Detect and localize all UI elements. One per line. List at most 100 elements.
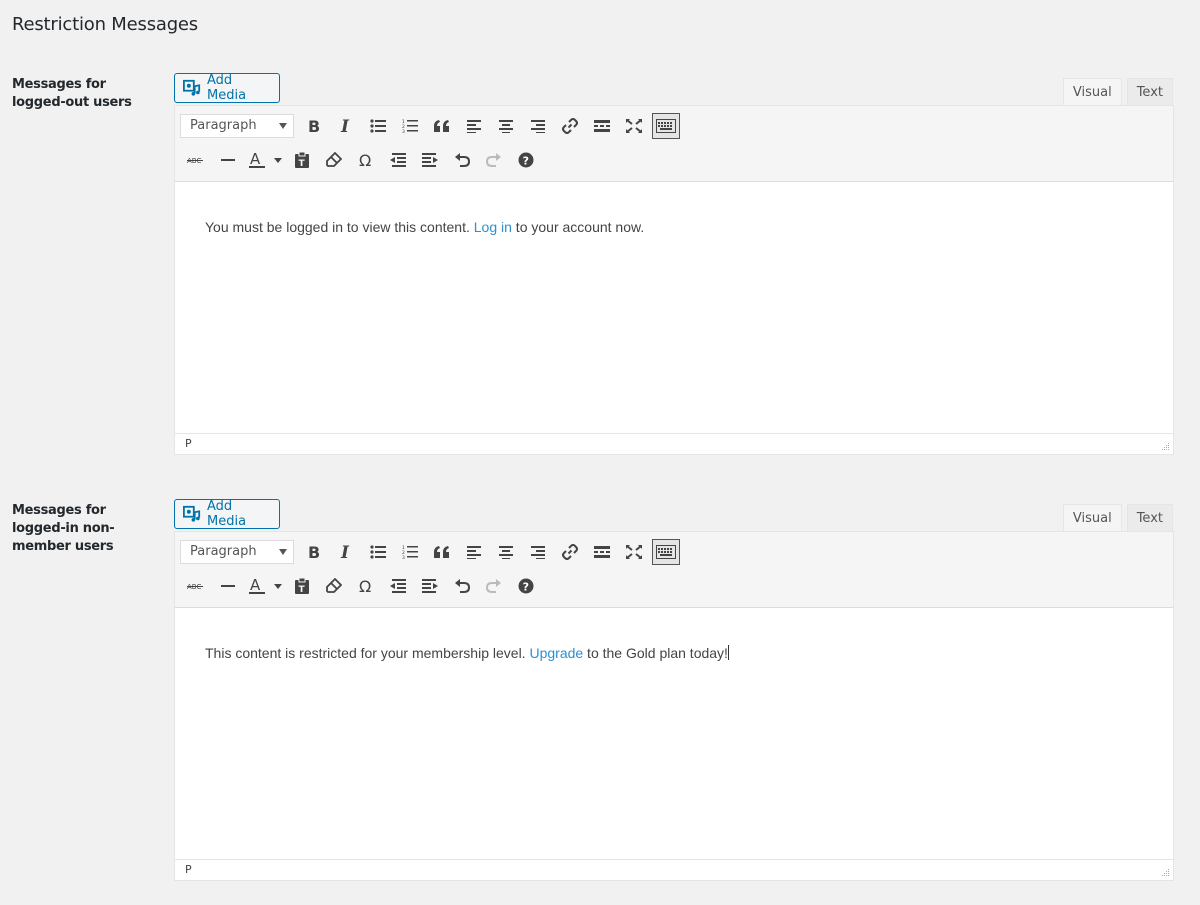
toolbar-row-2: ABC A T Ω ?	[180, 571, 542, 601]
chevron-down-icon	[279, 123, 287, 129]
add-media-label: Add Media	[207, 499, 247, 529]
svg-text:A: A	[250, 577, 261, 594]
fullscreen-icon[interactable]	[618, 537, 650, 567]
horizontal-line-icon[interactable]	[212, 571, 244, 601]
svg-text:B: B	[308, 544, 320, 560]
svg-text:B: B	[308, 118, 320, 134]
bullet-list-icon[interactable]	[362, 537, 394, 567]
toolbar-row-1: Paragraph B I 123	[180, 537, 682, 567]
italic-icon[interactable]: I	[330, 111, 362, 141]
svg-text:I: I	[340, 118, 350, 134]
paste-as-text-icon[interactable]: T	[286, 571, 318, 601]
outdent-icon[interactable]	[382, 145, 414, 175]
read-more-icon[interactable]	[586, 111, 618, 141]
editor-toolbar: Paragraph B I 123 ABC A T	[175, 106, 1173, 182]
tab-visual[interactable]: Visual	[1062, 504, 1122, 532]
undo-icon[interactable]	[446, 145, 478, 175]
editor-tabs: Visual Text	[1062, 504, 1173, 532]
media-icon	[183, 79, 201, 96]
login-link[interactable]: Log in	[474, 219, 512, 235]
link-icon[interactable]	[554, 537, 586, 567]
clear-formatting-icon[interactable]	[318, 571, 350, 601]
row-label: Messages for logged-in non-member users	[12, 503, 115, 554]
svg-text:3: 3	[402, 555, 405, 559]
resize-handle-icon[interactable]	[1160, 441, 1170, 451]
align-right-icon[interactable]	[522, 111, 554, 141]
indent-icon[interactable]	[414, 145, 446, 175]
bold-icon[interactable]: B	[298, 111, 330, 141]
horizontal-line-icon[interactable]	[212, 145, 244, 175]
svg-text:T: T	[299, 585, 306, 594]
blockquote-icon[interactable]	[426, 111, 458, 141]
help-icon[interactable]: ?	[510, 571, 542, 601]
svg-text:Ω: Ω	[359, 578, 371, 594]
content-text-after: to your account now.	[511, 219, 645, 235]
element-path[interactable]: P	[185, 863, 192, 876]
tab-text[interactable]: Text	[1126, 504, 1173, 532]
svg-text:A: A	[250, 151, 261, 168]
editor-statusbar: P	[175, 433, 1173, 454]
resize-handle-icon[interactable]	[1160, 867, 1170, 877]
redo-icon[interactable]	[478, 571, 510, 601]
toolbar-toggle-icon[interactable]	[652, 113, 680, 139]
align-center-icon[interactable]	[490, 111, 522, 141]
format-select-value: Paragraph	[190, 118, 257, 133]
align-right-icon[interactable]	[522, 537, 554, 567]
align-left-icon[interactable]	[458, 111, 490, 141]
blockquote-icon[interactable]	[426, 537, 458, 567]
chevron-down-icon	[279, 549, 287, 555]
svg-text:?: ?	[523, 581, 529, 594]
text-color-icon[interactable]: A	[244, 571, 286, 601]
redo-icon[interactable]	[478, 145, 510, 175]
content-text-before: This content is restricted for your memb…	[205, 645, 530, 661]
add-media-button[interactable]: Add Media	[174, 499, 280, 529]
media-icon	[183, 505, 201, 522]
undo-icon[interactable]	[446, 571, 478, 601]
svg-text:3: 3	[402, 129, 405, 133]
outdent-icon[interactable]	[382, 571, 414, 601]
link-icon[interactable]	[554, 111, 586, 141]
align-center-icon[interactable]	[490, 537, 522, 567]
text-color-icon[interactable]: A	[244, 145, 286, 175]
toolbar-toggle-icon[interactable]	[652, 539, 680, 565]
content-text-after: to the Gold plan today!	[583, 645, 728, 661]
strikethrough-icon[interactable]: ABC	[180, 571, 212, 601]
editor-statusbar: P	[175, 859, 1173, 880]
upgrade-link[interactable]: Upgrade	[529, 645, 583, 661]
clear-formatting-icon[interactable]	[318, 145, 350, 175]
italic-icon[interactable]: I	[330, 537, 362, 567]
read-more-icon[interactable]	[586, 537, 618, 567]
add-media-button[interactable]: Add Media	[174, 73, 280, 103]
align-left-icon[interactable]	[458, 537, 490, 567]
editor-content[interactable]: You must be logged in to view this conte…	[175, 182, 1173, 433]
content-text-before: You must be logged in to view this conte…	[205, 219, 474, 235]
rich-text-editor: Paragraph B I 123 ABC A T	[174, 531, 1174, 881]
strikethrough-icon[interactable]: ABC	[180, 145, 212, 175]
format-select[interactable]: Paragraph	[180, 540, 294, 564]
tab-text[interactable]: Text	[1126, 78, 1173, 106]
help-icon[interactable]: ?	[510, 145, 542, 175]
text-cursor	[727, 645, 729, 660]
element-path[interactable]: P	[185, 437, 192, 450]
editor-content[interactable]: This content is restricted for your memb…	[175, 608, 1173, 859]
bullet-list-icon[interactable]	[362, 111, 394, 141]
special-character-icon[interactable]: Ω	[350, 571, 382, 601]
svg-text:T: T	[299, 159, 306, 168]
bold-icon[interactable]: B	[298, 537, 330, 567]
special-character-icon[interactable]: Ω	[350, 145, 382, 175]
tab-visual[interactable]: Visual	[1062, 78, 1122, 106]
fullscreen-icon[interactable]	[618, 111, 650, 141]
row-label: Messages for logged-out users	[12, 77, 132, 110]
format-select-value: Paragraph	[190, 544, 257, 559]
format-select[interactable]: Paragraph	[180, 114, 294, 138]
svg-text:I: I	[340, 544, 350, 560]
add-media-label: Add Media	[207, 73, 247, 103]
page-title: Restriction Messages	[12, 14, 198, 35]
numbered-list-icon[interactable]: 123	[394, 537, 426, 567]
indent-icon[interactable]	[414, 571, 446, 601]
svg-text:?: ?	[523, 155, 529, 168]
toolbar-row-2: ABC A T Ω ?	[180, 145, 542, 175]
numbered-list-icon[interactable]: 123	[394, 111, 426, 141]
toolbar-row-1: Paragraph B I 123	[180, 111, 682, 141]
paste-as-text-icon[interactable]: T	[286, 145, 318, 175]
